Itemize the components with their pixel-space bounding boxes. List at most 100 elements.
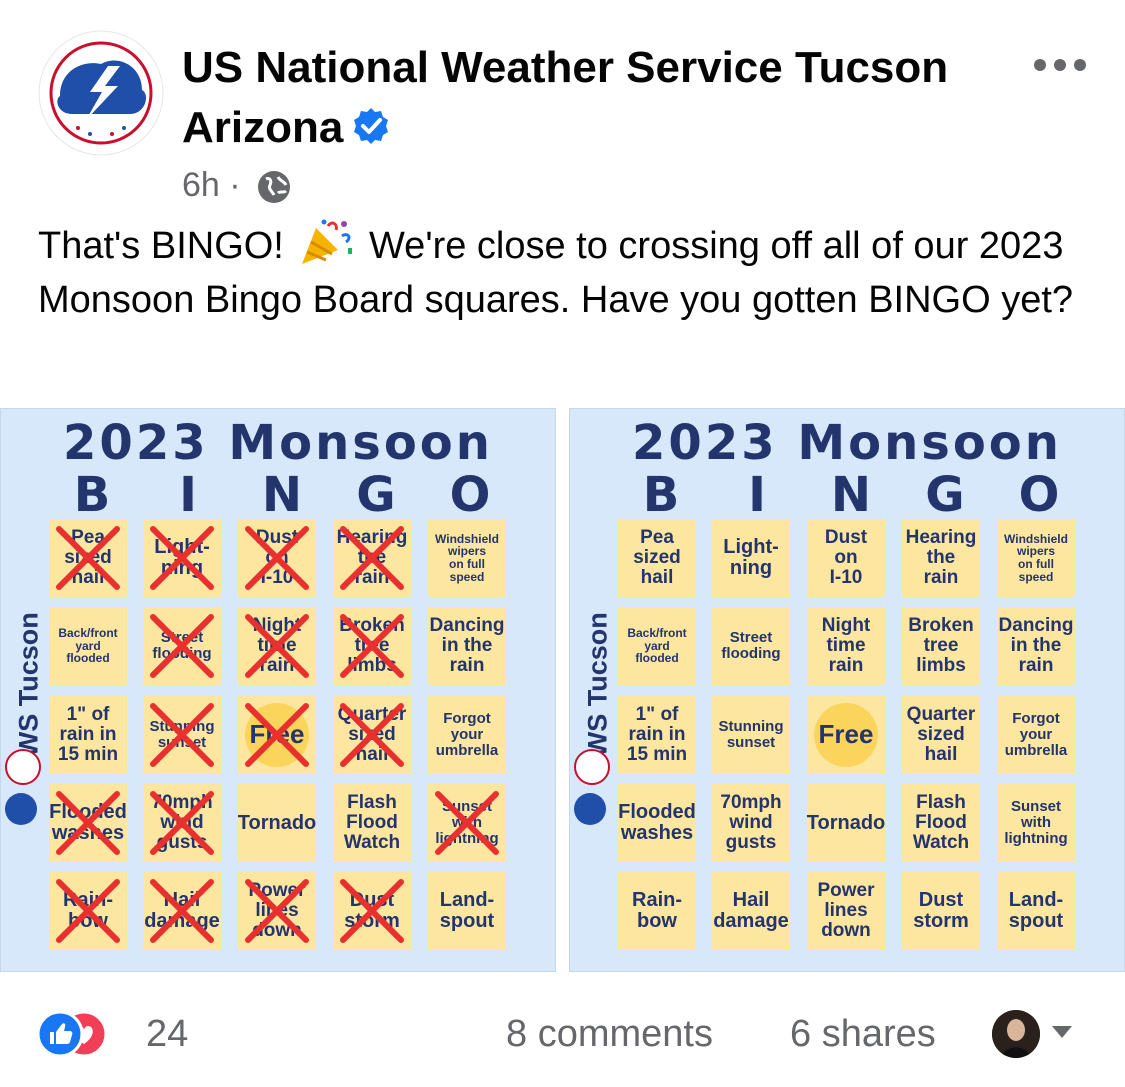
bingo-cell[interactable]: Stunning sunset [712, 696, 790, 774]
bingo-cell[interactable]: Dancing in the rain [428, 607, 506, 685]
bingo-cell[interactable]: Pea sized hail [49, 519, 127, 597]
bingo-cell-label: Dust storm [913, 889, 969, 932]
bingo-cell[interactable]: Dust on I-10 [807, 519, 885, 597]
post-text: That's BINGO! We're close to crossing of… [38, 218, 1098, 327]
bingo-cell[interactable]: Power lines down [807, 872, 885, 950]
bingo-cell-label: Forgot your umbrella [435, 710, 499, 759]
verified-badge-icon [354, 108, 389, 145]
bingo-cell[interactable]: Hail damage [143, 872, 221, 950]
bingo-letter: G [356, 467, 396, 523]
page-name[interactable]: US National Weather Service Tucson Arizo… [182, 38, 982, 158]
reaction-count[interactable]: 24 [146, 1010, 188, 1058]
bingo-cell-label: Dancing in the rain [429, 615, 505, 676]
bingo-cell-label: Windshield wipers on full speed [435, 531, 499, 584]
bingo-cell[interactable]: Quarter sized hail [333, 696, 411, 774]
post-meta: 6h · [182, 163, 292, 207]
nws-seal-icon [5, 749, 41, 785]
bingo-cell-label: Dust on I-10 [824, 527, 868, 588]
bingo-cell[interactable]: 70mph wind gusts [712, 784, 790, 862]
bingo-cell-label: Free [249, 719, 305, 750]
bingo-cell-label: Land- spout [1008, 889, 1064, 932]
bingo-cell[interactable]: Tornado [807, 784, 885, 862]
bingo-cell[interactable]: Dancing in the rain [997, 607, 1075, 685]
bingo-cell[interactable]: 1" of rain in 15 min [49, 696, 127, 774]
bingo-cell-label: Sunset with lightning [1004, 798, 1068, 847]
bingo-cell[interactable]: Windshield wipers on full speed [997, 519, 1075, 597]
shares-count[interactable]: 6 shares [790, 1010, 936, 1058]
bingo-cell-label: 70mph wind gusts [151, 792, 213, 853]
bingo-cell-label: Light- ning [723, 536, 779, 579]
bingo-cell[interactable]: Night time rain [807, 607, 885, 685]
bingo-cell[interactable]: Rain- bow [49, 872, 127, 950]
bingo-cell-label: Power lines down [248, 880, 306, 941]
page-avatar[interactable] [38, 30, 164, 156]
bingo-cell[interactable]: Free [238, 696, 316, 774]
bingo-cell-label: Dust storm [344, 889, 400, 932]
bingo-cell[interactable]: Light- ning [143, 519, 221, 597]
bingo-cell[interactable]: Flooded washes [49, 784, 127, 862]
page-name-text[interactable]: US National Weather Service Tucson Arizo… [182, 43, 948, 152]
bingo-cell-label: 1" of rain in 15 min [57, 704, 119, 765]
bingo-cell-label: Night time rain [821, 615, 871, 676]
bingo-cell[interactable]: Free [807, 696, 885, 774]
bingo-board-clean[interactable]: 2023 Monsoon B I N G O NWS Tucson Pea si… [569, 408, 1125, 972]
bingo-cell[interactable]: Hearing the rain [902, 519, 980, 597]
bingo-cell[interactable]: Flash Flood Watch [333, 784, 411, 862]
bingo-cell[interactable]: Windshield wipers on full speed [428, 519, 506, 597]
comments-count[interactable]: 8 comments [506, 1010, 713, 1058]
bingo-cell[interactable]: Dust storm [902, 872, 980, 950]
bingo-cell[interactable]: Light- ning [712, 519, 790, 597]
bingo-cell[interactable]: Quarter sized hail [902, 696, 980, 774]
bingo-cell[interactable]: Street flooding [143, 607, 221, 685]
bingo-cell[interactable]: Hail damage [712, 872, 790, 950]
bingo-cell[interactable]: Night time rain [238, 607, 316, 685]
bingo-cell-label: Pea sized hail [64, 527, 112, 588]
bingo-cell[interactable]: Sunset with lightning [428, 784, 506, 862]
bingo-cell[interactable]: 1" of rain in 15 min [618, 696, 696, 774]
bingo-cell-label: Light- ning [154, 536, 210, 579]
bingo-letter: O [449, 467, 491, 523]
bingo-cell[interactable]: Power lines down [238, 872, 316, 950]
bingo-cell[interactable]: Back/front yard flooded [618, 607, 696, 685]
bingo-cell[interactable]: Broken tree limbs [902, 607, 980, 685]
bingo-cell[interactable]: Flash Flood Watch [902, 784, 980, 862]
noaa-logo-icon [574, 793, 606, 825]
bingo-cell[interactable]: Hearing the rain [333, 519, 411, 597]
viewer-avatar[interactable] [992, 1010, 1040, 1058]
bingo-board-crossed[interactable]: 2023 Monsoon B I N G O NWS Tucson Pea si… [0, 408, 556, 972]
bingo-cell-label: Hail damage [713, 889, 789, 932]
bingo-cell[interactable]: 70mph wind gusts [143, 784, 221, 862]
bingo-cell-label: Flash Flood Watch [912, 792, 970, 853]
bingo-cell[interactable]: Dust storm [333, 872, 411, 950]
bingo-letter: O [1018, 467, 1060, 523]
board-title: 2023 Monsoon [63, 415, 493, 471]
reactions[interactable] [36, 1010, 136, 1058]
person-avatar-icon [992, 1010, 1040, 1058]
bingo-cell[interactable]: Street flooding [712, 607, 790, 685]
post-time[interactable]: 6h [182, 166, 220, 204]
bingo-cell-label: Quarter sized hail [337, 704, 407, 765]
bingo-cell[interactable]: Flooded washes [618, 784, 696, 862]
bingo-cell[interactable]: Forgot your umbrella [428, 696, 506, 774]
dropdown-caret-icon[interactable] [1050, 1024, 1074, 1040]
party-popper-icon [302, 219, 353, 264]
bingo-cell[interactable]: Forgot your umbrella [997, 696, 1075, 774]
bingo-cell[interactable]: Land- spout [997, 872, 1075, 950]
board-title: 2023 Monsoon [632, 415, 1062, 471]
bingo-cell[interactable]: Stunning sunset [143, 696, 221, 774]
bingo-cell[interactable]: Sunset with lightning [997, 784, 1075, 862]
bingo-cell[interactable]: Pea sized hail [618, 519, 696, 597]
bingo-cell[interactable]: Rain- bow [618, 872, 696, 950]
nws-seal-icon [574, 749, 610, 785]
bingo-cell-label: Broken tree limbs [339, 615, 405, 676]
bingo-cell-label: Windshield wipers on full speed [1004, 531, 1068, 584]
meta-separator: · [229, 166, 241, 204]
bingo-cell-label: Hail damage [144, 889, 220, 932]
bingo-cell[interactable]: Back/front yard flooded [49, 607, 127, 685]
bingo-cell[interactable]: Dust on I-10 [238, 519, 316, 597]
bingo-cell[interactable]: Broken tree limbs [333, 607, 411, 685]
bingo-cell[interactable]: Tornado [238, 784, 316, 862]
more-options-icon[interactable] [1030, 50, 1090, 80]
bingo-cell[interactable]: Land- spout [428, 872, 506, 950]
bingo-cell-label: 70mph wind gusts [720, 792, 782, 853]
